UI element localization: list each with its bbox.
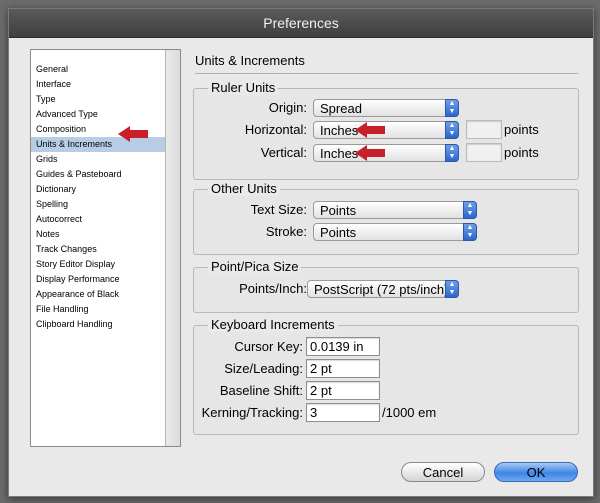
group-title: Keyboard Increments [208, 318, 338, 332]
divider [195, 73, 578, 74]
annotation-arrow-icon [355, 145, 385, 161]
updown-arrows-icon: ▲ ▼ [445, 280, 459, 298]
category-list[interactable]: General Interface Type Advanced Type Composi… [30, 49, 181, 447]
horizontal-points-unit: points [504, 122, 539, 137]
sidebar-item[interactable]: Appearance of Black [31, 287, 165, 302]
horizontal-points-field[interactable] [466, 120, 502, 139]
baseline-shift-field[interactable]: 2 pt [306, 381, 380, 400]
stroke-dropdown[interactable]: Points ▲ ▼ [313, 223, 477, 241]
window-title: Preferences [9, 9, 593, 38]
updown-arrows-icon: ▲ ▼ [463, 201, 477, 219]
text-size-label: Text Size: [250, 202, 307, 217]
origin-label: Origin: [268, 100, 307, 115]
group-title: Other Units [208, 182, 280, 196]
points-inch-value: PostScript (72 pts/inch) [314, 282, 449, 297]
sidebar-item[interactable]: Advanced Type [31, 107, 165, 122]
panel-title: Units & Increments [195, 53, 305, 68]
kerning-tracking-label: Kerning/Tracking: [201, 405, 303, 420]
sidebar-item[interactable]: Story Editor Display [31, 257, 165, 272]
updown-arrows-icon: ▲ ▼ [445, 99, 459, 117]
vertical-value: Inches [320, 146, 359, 161]
preferences-window: Preferences General Interface Type Advanced… [8, 8, 594, 497]
vertical-points-unit: points [504, 145, 539, 160]
sidebar-item[interactable]: Display Performance [31, 272, 165, 287]
horizontal-dropdown[interactable]: Inches ▲ ▼ [313, 121, 459, 139]
stroke-value: Points [320, 225, 357, 240]
updown-arrows-icon: ▲ ▼ [445, 144, 459, 162]
kerning-tracking-field[interactable]: 3 [306, 403, 380, 422]
kerning-unit: /1000 em [382, 405, 437, 420]
scrollbar[interactable] [165, 50, 180, 446]
cursor-key-field[interactable]: 0.0139 in [306, 337, 380, 356]
updown-arrows-icon: ▲ ▼ [463, 223, 477, 241]
annotation-arrow-icon [355, 122, 385, 138]
sidebar-item[interactable]: Autocorrect [31, 212, 165, 227]
stroke-label: Stroke: [265, 224, 307, 239]
text-size-value: Points [320, 203, 357, 218]
group-title: Ruler Units [208, 81, 279, 95]
sidebar-item[interactable]: Type [31, 92, 165, 107]
cursor-key-label: Cursor Key: [234, 339, 303, 354]
text-size-dropdown[interactable]: Points ▲ ▼ [313, 201, 477, 219]
sidebar-item[interactable]: General [31, 62, 165, 77]
cancel-button[interactable]: Cancel [401, 462, 485, 482]
sidebar-item[interactable]: Notes [31, 227, 165, 242]
sidebar-item[interactable]: Spelling [31, 197, 165, 212]
origin-value: Spread [320, 101, 362, 116]
size-leading-field[interactable]: 2 pt [306, 359, 380, 378]
ok-button[interactable]: OK [494, 462, 578, 482]
size-leading-label: Size/Leading: [224, 361, 303, 376]
sidebar-item[interactable]: Guides & Pasteboard [31, 167, 165, 182]
annotation-arrow-icon [118, 126, 148, 142]
points-inch-label: Points/Inch: [239, 281, 307, 296]
horizontal-value: Inches [320, 123, 359, 138]
vertical-dropdown[interactable]: Inches ▲ ▼ [313, 144, 459, 162]
group-title: Point/Pica Size [208, 260, 302, 274]
vertical-points-field[interactable] [466, 143, 502, 162]
points-inch-dropdown[interactable]: PostScript (72 pts/inch) ▲ ▼ [307, 280, 459, 298]
baseline-shift-label: Baseline Shift: [219, 383, 303, 398]
sidebar-item[interactable]: File Handling [31, 302, 165, 317]
horizontal-label: Horizontal: [244, 122, 307, 137]
sidebar-item[interactable]: Interface [31, 77, 165, 92]
vertical-label: Vertical: [260, 145, 307, 160]
sidebar-item[interactable]: Dictionary [31, 182, 165, 197]
sidebar-item[interactable]: Grids [31, 152, 165, 167]
category-items: General Interface Type Advanced Type Composi… [31, 62, 165, 332]
origin-dropdown[interactable]: Spread ▲ ▼ [313, 99, 459, 117]
updown-arrows-icon: ▲ ▼ [445, 121, 459, 139]
sidebar-item[interactable]: Track Changes [31, 242, 165, 257]
sidebar-item[interactable]: Clipboard Handling [31, 317, 165, 332]
other-units-group: Other Units [193, 182, 579, 255]
